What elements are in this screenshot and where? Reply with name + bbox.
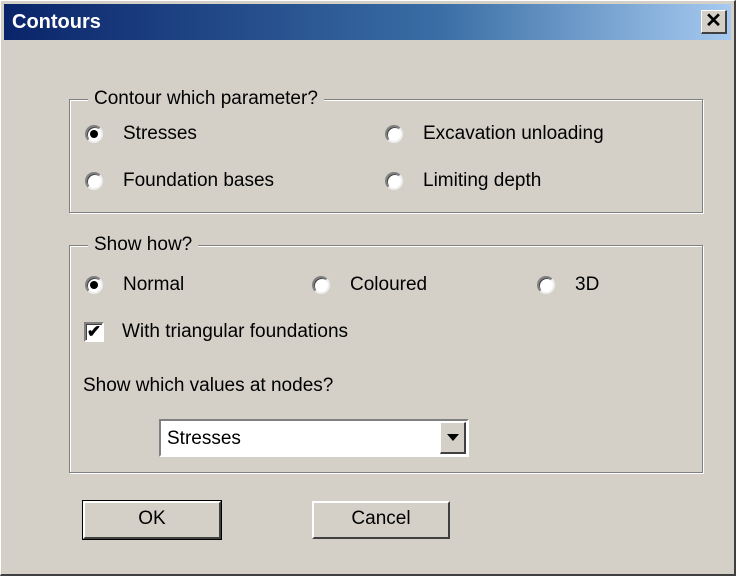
parameter-group: Contour which parameter? [69,87,703,213]
radio-button[interactable] [537,276,555,294]
close-button[interactable]: ✕ [701,10,727,34]
radio-3d-label: 3D [575,274,600,295]
radio-3d[interactable]: 3D [537,271,599,299]
radio-foundation-bases-label: Foundation bases [123,170,275,191]
radio-excavation-unloading-label: Excavation unloading [423,123,604,144]
radio-excavation-unloading[interactable]: Excavation unloading [385,120,604,148]
chevron-down-icon[interactable] [440,422,466,454]
show-how-group-legend: Show how? [88,233,199,257]
radio-button[interactable] [385,125,403,143]
title-bar[interactable]: Contours ✕ [4,4,731,40]
radio-button[interactable] [312,276,330,294]
radio-limiting-depth[interactable]: Limiting depth [385,167,541,195]
nodes-values-selected: Stresses [167,428,241,449]
nodes-values-select[interactable]: Stresses [159,419,469,457]
contours-dialog: Contours ✕ Contour which parameter? Stre… [0,0,736,576]
radio-normal-label: Normal [123,274,185,295]
nodes-values-label: Show which values at nodes? [83,375,334,396]
radio-button[interactable] [385,172,403,190]
parameter-group-legend: Contour which parameter? [88,87,324,111]
radio-stresses-label: Stresses [123,123,197,144]
window-title: Contours [12,11,101,33]
checkbox-triangular-foundations-label: With triangular foundations [122,321,349,342]
radio-limiting-depth-label: Limiting depth [423,170,542,191]
cancel-button[interactable]: Cancel [312,501,450,539]
radio-coloured-label: Coloured [350,274,428,295]
close-icon: ✕ [705,10,722,32]
radio-button[interactable] [85,172,103,190]
check-mark-icon[interactable]: ✔ [84,322,104,342]
radio-button[interactable] [85,125,103,143]
ok-button[interactable]: OK [82,500,222,540]
radio-coloured[interactable]: Coloured [312,271,427,299]
checkbox-triangular-foundations[interactable]: ✔ With triangular foundations [84,318,348,346]
radio-normal[interactable]: Normal [85,271,184,299]
radio-foundation-bases[interactable]: Foundation bases [85,167,274,195]
radio-button[interactable] [85,276,103,294]
radio-stresses[interactable]: Stresses [85,120,197,148]
